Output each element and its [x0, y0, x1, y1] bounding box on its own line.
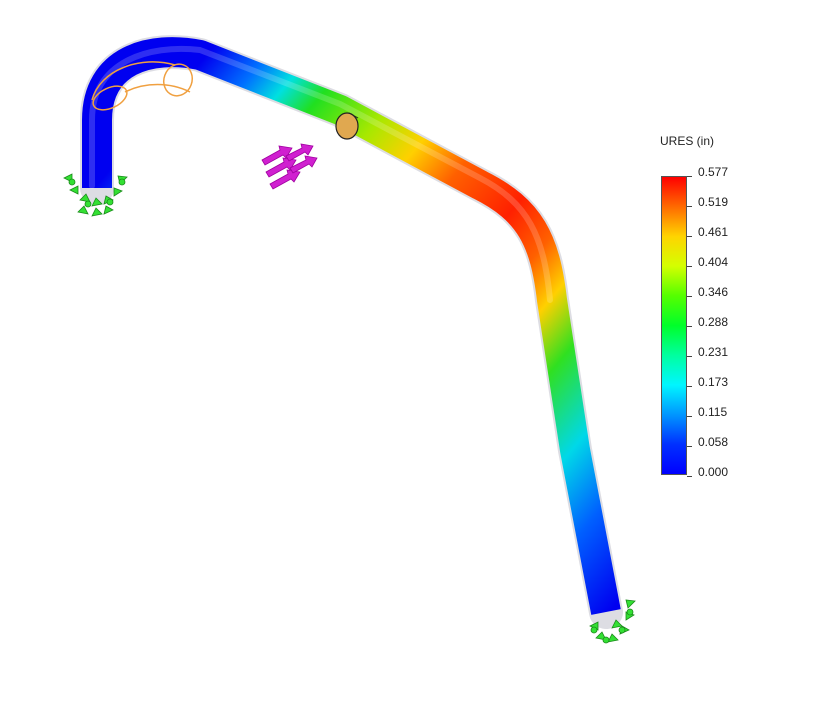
legend-label: 0.461 — [698, 225, 729, 239]
fixture-dot — [106, 198, 114, 206]
legend-tick — [687, 236, 692, 237]
fixture-arrow — [103, 205, 114, 215]
fixture-arrow — [91, 207, 103, 217]
fixture-dot — [590, 626, 598, 634]
legend-tick — [687, 416, 692, 417]
fixture-dot — [618, 626, 626, 634]
legend-label: 0.115 — [698, 405, 728, 419]
probe-sensor-icon[interactable] — [335, 112, 359, 140]
legend-tick — [687, 446, 692, 447]
fixture-arrow — [625, 599, 636, 609]
legend-label: 0.231 — [698, 345, 729, 359]
legend-title: URES (in) — [660, 134, 715, 148]
legend-tick — [687, 206, 692, 207]
edge-curve-2 — [124, 83, 191, 93]
fixture-dot — [84, 200, 92, 208]
fixture-arrow — [607, 633, 619, 643]
legend-label: 0.404 — [698, 255, 729, 269]
probe-disk — [335, 112, 359, 140]
legend-label: 0.288 — [698, 315, 729, 329]
fixture-arrow — [69, 185, 79, 195]
legend-tick — [687, 176, 692, 177]
force-arrows-icon[interactable] — [261, 143, 318, 190]
legend-label: 0.058 — [698, 435, 729, 449]
fixture-dot — [602, 636, 610, 644]
legend-label: 0.000 — [698, 465, 729, 479]
fixture-dot — [68, 178, 76, 186]
legend-tick — [687, 266, 692, 267]
legend-tick — [687, 356, 692, 357]
legend-tick — [687, 326, 692, 327]
legend-label: 0.346 — [698, 285, 729, 299]
legend-label: 0.519 — [698, 195, 729, 209]
fixture-arrow — [77, 205, 89, 215]
legend-color-bar[interactable] — [661, 176, 687, 475]
legend-tick — [687, 476, 692, 477]
legend-label: 0.173 — [698, 375, 729, 389]
fixture-dot — [626, 608, 634, 616]
fixture-dot — [118, 178, 126, 186]
fixture-arrow — [113, 187, 123, 197]
legend-tick — [687, 386, 692, 387]
legend-label: 0.577 — [698, 165, 729, 179]
legend-tick — [687, 296, 692, 297]
